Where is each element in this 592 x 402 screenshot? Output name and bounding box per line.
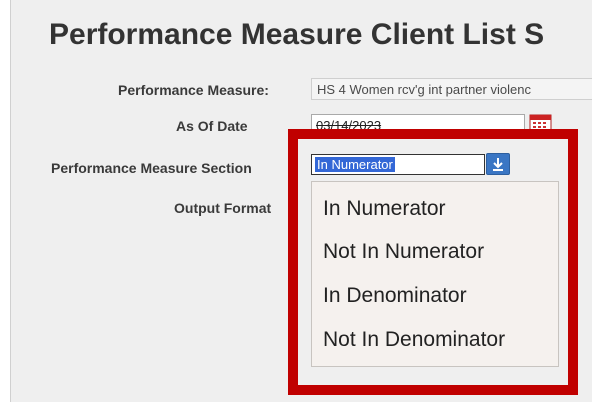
section-selected-value: In Numerator (315, 157, 395, 172)
output-format-label: Output Format (174, 200, 272, 216)
as-of-date-value: 03/14/2023 (316, 118, 382, 133)
as-of-date-input[interactable]: 03/14/2023 (311, 114, 525, 136)
section-label: Performance Measure Section (51, 160, 252, 176)
option-not-in-denominator[interactable]: Not In Denominator (323, 328, 505, 352)
option-in-numerator[interactable]: In Numerator (323, 197, 446, 221)
page-title: Performance Measure Client List S (49, 18, 545, 51)
option-in-denominator[interactable]: In Denominator (323, 284, 467, 308)
option-not-in-numerator[interactable]: Not In Numerator (323, 240, 484, 264)
calendar-icon[interactable] (529, 113, 552, 135)
performance-measure-label: Performance Measure: (118, 82, 269, 98)
performance-measure-field[interactable]: HS 4 Women rcv'g int partner violenc (311, 78, 592, 100)
section-select[interactable]: In Numerator (311, 154, 485, 175)
section-dropdown-list: In Numerator Not In Numerator In Denomin… (311, 181, 559, 367)
download-arrow-icon (493, 158, 503, 171)
as-of-date-label: As Of Date (176, 118, 248, 134)
section-dropdown-button[interactable] (486, 153, 510, 175)
